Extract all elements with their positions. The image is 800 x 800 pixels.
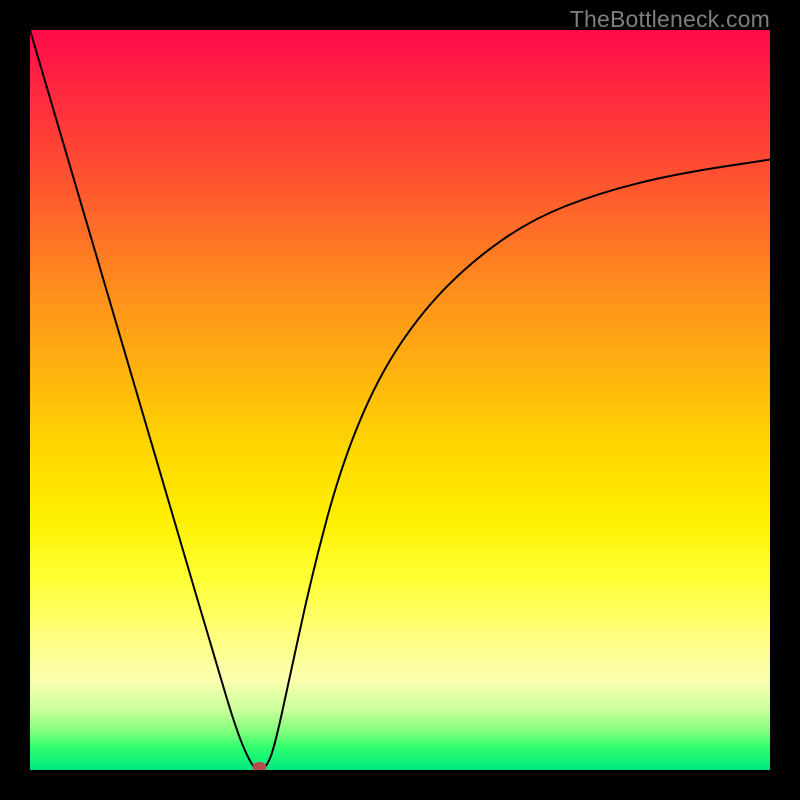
bottleneck-curve	[30, 30, 770, 770]
chart-frame: TheBottleneck.com	[0, 0, 800, 800]
minimum-marker	[252, 762, 266, 770]
watermark-text: TheBottleneck.com	[570, 6, 770, 33]
plot-area	[30, 30, 770, 770]
